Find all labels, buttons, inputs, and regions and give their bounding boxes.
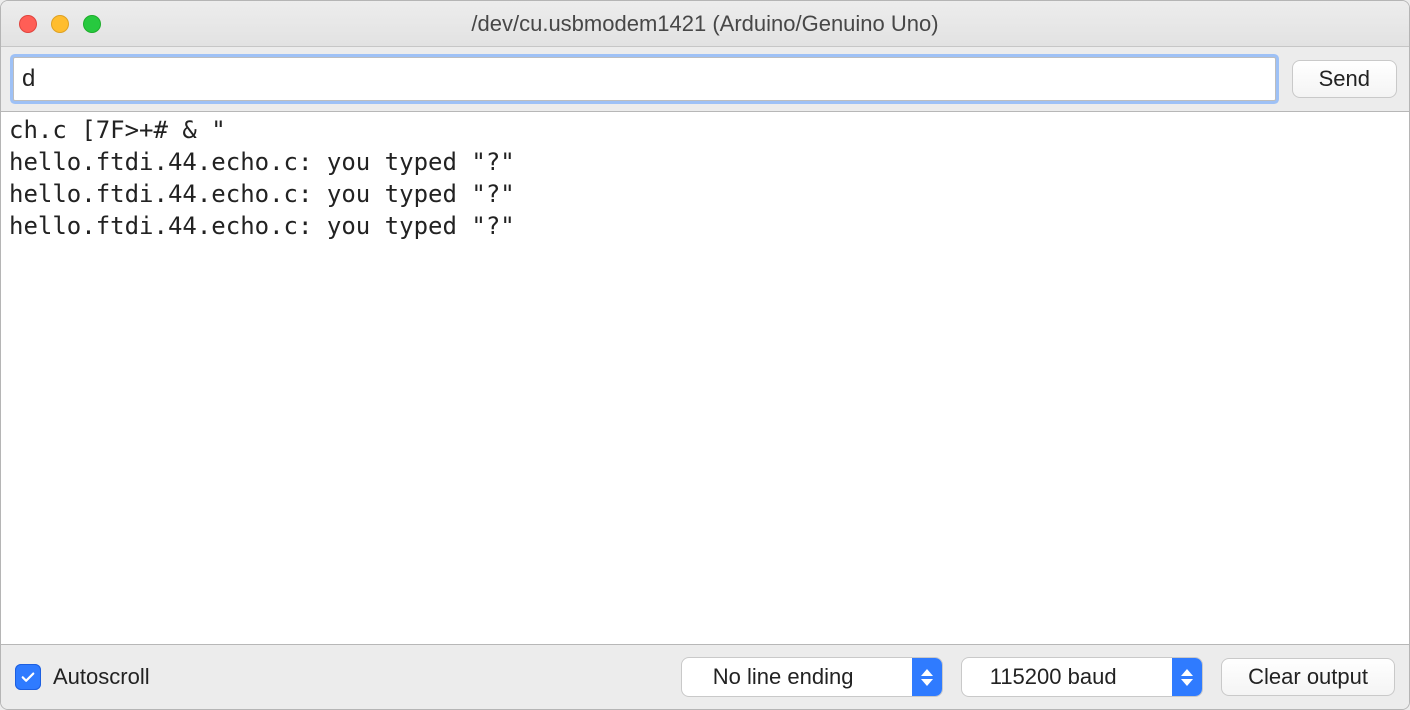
send-button[interactable]: Send (1292, 60, 1397, 98)
zoom-window-button[interactable] (83, 15, 101, 33)
bottom-bar: Autoscroll No line ending 115200 baud Cl… (1, 645, 1409, 709)
serial-input[interactable] (13, 57, 1276, 101)
autoscroll-label: Autoscroll (53, 664, 150, 690)
close-window-button[interactable] (19, 15, 37, 33)
window-title: /dev/cu.usbmodem1421 (Arduino/Genuino Un… (1, 11, 1409, 37)
baud-rate-select[interactable]: 115200 baud (961, 657, 1203, 697)
minimize-window-button[interactable] (51, 15, 69, 33)
traffic-lights (1, 15, 101, 33)
line-ending-select[interactable]: No line ending (681, 657, 943, 697)
autoscroll-option[interactable]: Autoscroll (15, 664, 150, 690)
chevron-up-down-icon (1172, 658, 1202, 696)
titlebar: /dev/cu.usbmodem1421 (Arduino/Genuino Un… (1, 1, 1409, 47)
baud-rate-value: 115200 baud (962, 664, 1172, 690)
autoscroll-checkbox[interactable] (15, 664, 41, 690)
chevron-up-down-icon (912, 658, 942, 696)
checkmark-icon (19, 668, 37, 686)
input-row: Send (1, 47, 1409, 112)
line-ending-value: No line ending (682, 664, 912, 690)
serial-monitor-window: /dev/cu.usbmodem1421 (Arduino/Genuino Un… (0, 0, 1410, 710)
serial-output[interactable]: ch.c [7F>+# & " hello.ftdi.44.echo.c: yo… (1, 112, 1409, 645)
clear-output-button[interactable]: Clear output (1221, 658, 1395, 696)
